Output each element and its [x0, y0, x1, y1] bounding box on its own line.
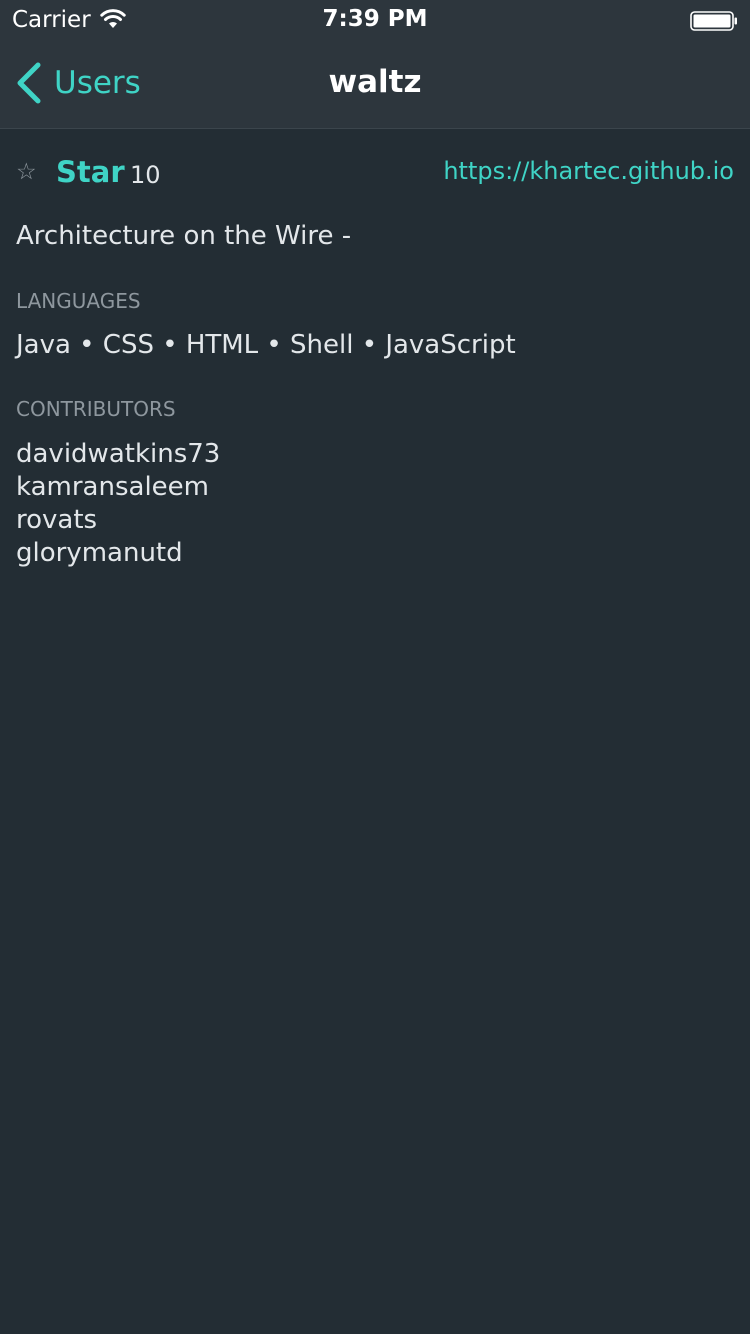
contributors-list: davidwatkins73 kamransaleem rovats glory…	[16, 438, 220, 570]
star-count: 10	[130, 161, 161, 189]
contributor-item[interactable]: glorymanutd	[16, 537, 220, 570]
repo-description: Architecture on the Wire -	[16, 221, 352, 251]
contributor-item[interactable]: rovats	[16, 504, 220, 537]
homepage-link[interactable]: https://khartec.github.io	[443, 157, 734, 185]
star-button[interactable]: Star	[56, 155, 125, 189]
languages-list: Java • CSS • HTML • Shell • JavaScript	[16, 330, 516, 360]
contributors-header: CONTRIBUTORS	[16, 397, 176, 421]
battery-icon	[690, 11, 737, 31]
status-time: 7:39 PM	[322, 6, 428, 32]
navigation-bar: Users waltz	[0, 40, 750, 129]
star-row: ☆ Star 10 https://khartec.github.io	[16, 155, 734, 195]
contributor-item[interactable]: kamransaleem	[16, 471, 220, 504]
status-bar: Carrier 7:39 PM	[0, 0, 750, 40]
languages-header: LANGUAGES	[16, 289, 141, 313]
page-title: waltz	[328, 64, 422, 100]
star-outline-icon[interactable]: ☆	[16, 159, 37, 185]
contributor-item[interactable]: davidwatkins73	[16, 438, 220, 471]
